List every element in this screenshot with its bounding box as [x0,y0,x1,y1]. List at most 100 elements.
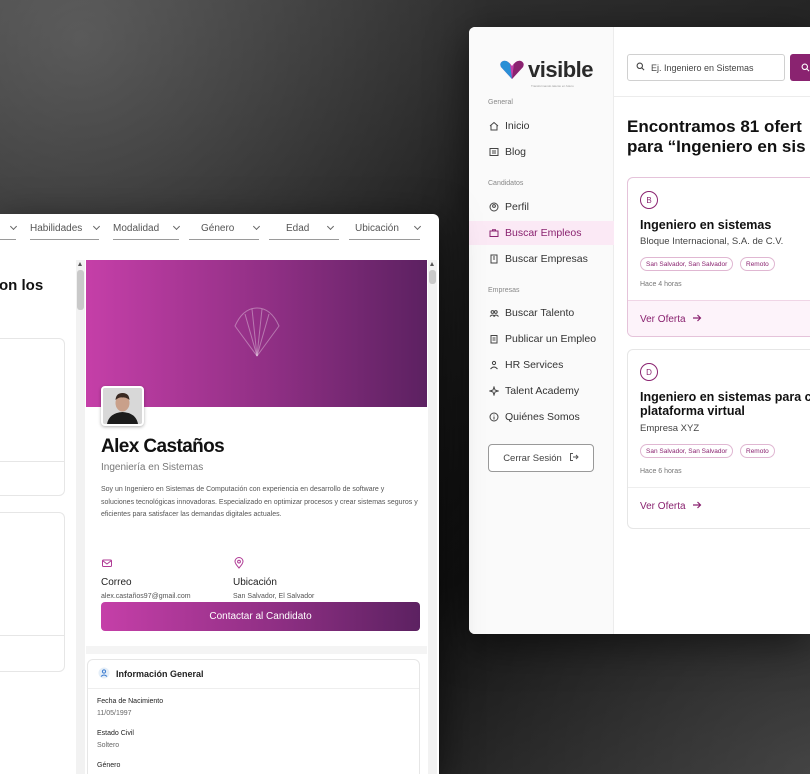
location-tag: San Salvador, San Salvador [640,444,734,458]
search-placeholder: Ej. Ingeniero en Sistemas [651,62,754,73]
job-time: Hace 4 horas [640,281,682,288]
scroll-thumb[interactable] [77,270,84,310]
people-icon [488,360,499,371]
chevron-down-icon [252,222,261,231]
chevron-down-icon [172,222,181,231]
job-title[interactable]: Ingeniero en sistemas [640,218,771,232]
users-icon [488,308,499,319]
scroll-up-icon[interactable] [78,262,82,266]
section-empresas: Empresas [488,287,520,294]
filter-label: Ubicación [355,222,399,234]
job-time: Hace 6 horas [640,468,682,475]
profile-scrollbar[interactable] [428,260,437,774]
sidebar-item-label: Talent Academy [505,385,580,397]
job-title[interactable]: Ingeniero en sistemas para c plataforma … [640,390,810,418]
gender-label: Género [97,762,121,769]
job-title-line-2: plataforma virtual [640,404,745,418]
filter-genero[interactable]: Género [189,217,261,240]
search-button[interactable] [790,54,810,81]
candidate-card[interactable] [0,512,65,672]
home-icon [488,121,499,132]
card-divider [0,461,65,462]
sidebar-item-perfil[interactable]: Perfil [469,195,614,219]
sidebar-item-inicio[interactable]: Inicio [469,114,614,138]
filter-previous[interactable] [0,217,18,240]
location-tag: San Salvador, San Salvador [640,257,734,271]
sidebar-item-blog[interactable]: Blog [469,140,614,164]
chevron-down-icon [92,222,101,231]
logout-label: Cerrar Sesión [503,452,562,464]
card-divider [0,635,65,636]
location-label: Ubicación [233,577,277,588]
sidebar: visible Transformando talento en futuro … [469,27,614,634]
arrow-right-icon [692,314,702,325]
sidebar-item-buscar-empleos[interactable]: Buscar Empleos [469,221,614,245]
civil-status-value: Soltero [97,742,120,749]
scroll-thumb[interactable] [429,270,436,284]
filter-edad[interactable]: Edad [269,217,339,240]
arrow-right-icon [692,501,702,512]
search-button-icon [801,59,810,77]
candidate-card[interactable] [0,338,65,496]
email-value[interactable]: alex.castaños97@gmail.com [101,593,191,600]
scroll-up-icon[interactable] [430,262,434,266]
job-card[interactable]: B Ingeniero en sistemas Bloque Internaci… [627,177,810,337]
logo-heart-icon [500,60,524,79]
chevron-down-icon [413,222,422,231]
results-heading: Encontramos 81 ofert para “Ingeniero en … [627,117,810,157]
building-icon [488,254,499,265]
contact-candidate-button[interactable]: Contactar al Candidato [101,602,420,631]
section-candidatos: Candidatos [488,180,524,187]
view-offer-button[interactable]: Ver Oferta [628,487,810,525]
filter-habilidades[interactable]: Habilidades [30,217,101,240]
sidebar-item-hr-services[interactable]: HR Services [469,353,614,377]
candidate-profile: Alex Castaños Ingeniería en Sistemas Soy… [86,260,427,774]
profile-banner [86,260,427,407]
sidebar-item-buscar-talento[interactable]: Buscar Talento [469,301,614,325]
job-company: Empresa XYZ [640,423,700,434]
job-card[interactable]: D Ingeniero en sistemas para c plataform… [627,349,810,529]
job-search-window: visible Transformando talento en futuro … [469,27,810,634]
mail-icon [102,559,112,567]
sidebar-item-talent-academy[interactable]: Talent Academy [469,379,614,403]
sidebar-item-quienes-somos[interactable]: Quiénes Somos [469,405,614,429]
logo[interactable]: visible Transformando talento en futuro [499,57,593,88]
general-info-title: Información General [116,669,204,679]
general-info-card: Información General Fecha de Nacimiento … [87,659,420,774]
sidebar-item-label: Buscar Empresas [505,253,588,265]
info-icon [488,412,499,423]
sidebar-item-label: Blog [505,146,527,158]
search-bar: Ej. Ingeniero en Sistemas [614,27,810,97]
results-list: on los [0,260,73,774]
filter-modalidad[interactable]: Modalidad [113,217,181,240]
talent-search-window: Habilidades Modalidad Género Edad Ubicac… [0,214,439,774]
general-info-header: Información General [88,660,419,689]
list-scrollbar[interactable] [76,260,85,774]
candidate-name: Alex Castaños [101,436,225,457]
sidebar-item-label: HR Services [505,359,564,371]
logo-text: visible [528,57,593,82]
candidate-role: Ingeniería en Sistemas [101,462,204,473]
birthdate-label: Fecha de Nacimiento [97,698,164,705]
logout-button[interactable]: Cerrar Sesión [488,444,594,472]
sidebar-item-buscar-empresas[interactable]: Buscar Empresas [469,247,614,271]
newspaper-icon [488,147,499,158]
shell-emblem-icon [234,307,280,357]
view-offer-label: Ver Oferta [640,501,686,512]
search-input[interactable]: Ej. Ingeniero en Sistemas [627,54,785,81]
sidebar-item-publicar-empleo[interactable]: Publicar un Empleo [469,327,614,351]
filter-label: Habilidades [30,222,83,234]
results-heading: on los [0,277,44,294]
section-divider [86,646,427,654]
job-company: Bloque Internacional, S.A. de C.V. [640,236,784,247]
filter-label: Edad [286,222,310,234]
sidebar-item-label: Quiénes Somos [505,411,580,423]
sidebar-item-label: Inicio [505,120,530,132]
chevron-down-icon [326,222,335,231]
sidebar-item-label: Buscar Talento [505,307,575,319]
sparkle-icon [488,386,499,397]
candidate-bio: Soy un Ingeniero en Sistemas de Computac… [101,486,418,518]
filter-ubicacion[interactable]: Ubicación [349,217,422,240]
section-general: General [488,99,513,106]
view-offer-button[interactable]: Ver Oferta [628,300,810,336]
